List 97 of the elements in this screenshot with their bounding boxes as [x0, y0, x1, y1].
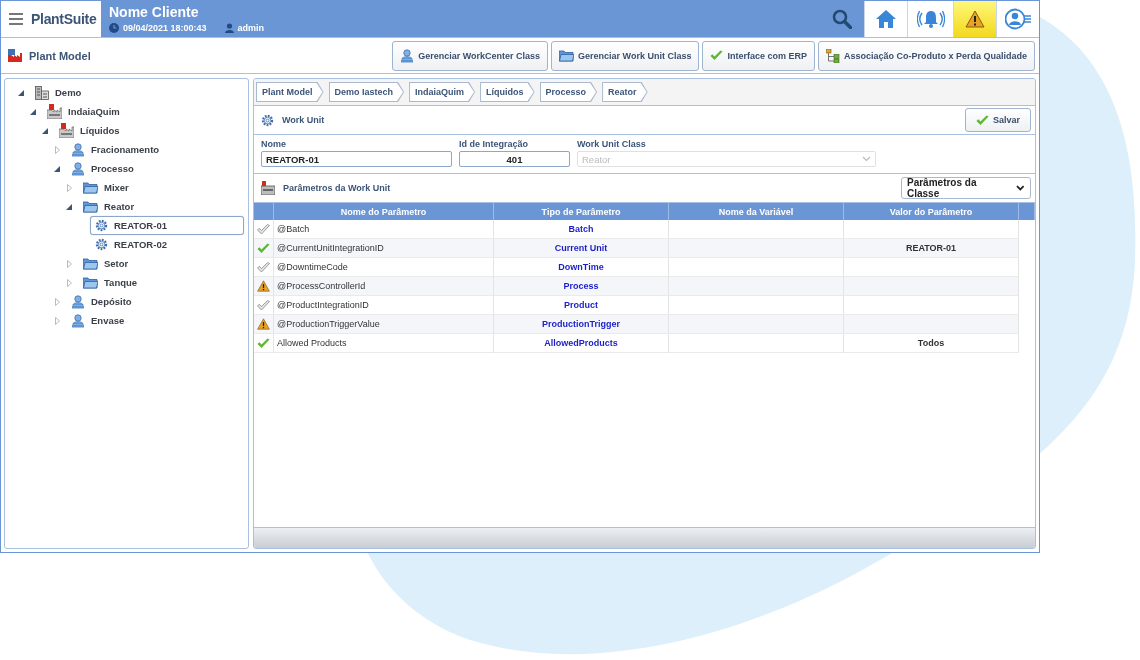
- folder-icon: [559, 49, 575, 62]
- folder-icon: [83, 200, 98, 213]
- building-icon: [35, 85, 49, 100]
- expand-icon[interactable]: [54, 297, 60, 306]
- gear-icon: [261, 113, 274, 127]
- table-cell: REATOR-01: [844, 239, 1019, 258]
- factory-icon: [59, 123, 74, 138]
- machine-icon: [261, 181, 275, 195]
- home-button[interactable]: [864, 1, 907, 37]
- worker-icon: [71, 313, 85, 328]
- tree-item[interactable]: Líquidos: [54, 121, 125, 140]
- table-cell: @CurrentUnitIntegrationID: [274, 239, 494, 258]
- tree-item[interactable]: Reator: [78, 197, 140, 216]
- warnings-button[interactable]: [953, 1, 996, 37]
- tree-item[interactable]: Envase: [66, 311, 130, 330]
- collapse-icon[interactable]: [54, 165, 60, 172]
- table-cell: Current Unit: [494, 239, 669, 258]
- filter-dropdown[interactable]: Parâmetros da Classe: [901, 177, 1031, 199]
- client-name: Nome Cliente: [109, 4, 200, 21]
- caret-icon: [862, 156, 871, 162]
- field-label: Nome: [261, 139, 287, 149]
- folder-icon: [83, 181, 98, 194]
- column-header: Valor do Parâmetro: [844, 203, 1019, 220]
- bell-icon: [916, 9, 945, 29]
- table-cell: Allowed Products: [274, 334, 494, 353]
- folder-icon: [83, 257, 98, 270]
- table-cell: Todos: [844, 334, 1019, 353]
- gear-icon: [95, 219, 108, 232]
- table-cell: ProductionTrigger: [494, 315, 669, 334]
- field-label: Id de Integração: [459, 139, 530, 149]
- tree-item[interactable]: IndaiaQuim: [42, 102, 125, 121]
- section-title: Work Unit: [282, 115, 326, 125]
- field-label: Work Unit Class: [577, 139, 647, 149]
- gear-icon: [95, 238, 108, 251]
- date-time: 09/04/2021 18:00:43: [123, 23, 207, 33]
- number-field[interactable]: 401: [459, 151, 570, 167]
- worker-icon: [71, 161, 85, 176]
- table-cell: Process: [494, 277, 669, 296]
- expand-icon[interactable]: [54, 145, 60, 154]
- tree-item[interactable]: Demo: [30, 83, 87, 102]
- column-header: Tipo de Parâmetro: [494, 203, 669, 220]
- section-title: Parâmetros da Work Unit: [283, 183, 392, 193]
- tree-item[interactable]: Tanque: [78, 273, 143, 292]
- expand-icon[interactable]: [54, 316, 60, 325]
- warning-icon: [965, 10, 985, 28]
- account-button[interactable]: [996, 1, 1039, 37]
- column-header: Nome da Variável: [669, 203, 844, 220]
- input-field[interactable]: REATOR-01: [261, 151, 452, 167]
- collapse-icon[interactable]: [66, 203, 72, 210]
- toolbar-button[interactable]: Associação Co-Produto x Perda Qualidade: [817, 40, 1035, 71]
- worker-icon: [71, 142, 85, 157]
- save-button[interactable]: Salvar: [964, 108, 1031, 132]
- user-name: admin: [237, 23, 265, 33]
- tree-item[interactable]: Processo: [66, 159, 139, 178]
- breadcrumb-link[interactable]: IndaiaQuim: [409, 82, 476, 102]
- column-header: Nome do Parâmetro: [274, 203, 494, 220]
- caret-icon: [1016, 185, 1025, 191]
- worker-icon: [400, 48, 415, 63]
- account-menu-icon: [1005, 8, 1031, 30]
- menu-icon[interactable]: [9, 13, 23, 25]
- clock-icon: [109, 23, 119, 33]
- page-title: Plant Model: [29, 49, 91, 62]
- user-icon: [224, 23, 234, 33]
- home-icon: [876, 10, 896, 28]
- expand-icon[interactable]: [66, 183, 72, 192]
- folder-icon: [83, 276, 98, 289]
- breadcrumb-link[interactable]: Líquidos: [480, 82, 535, 102]
- tree-item[interactable]: REATOR-02: [90, 235, 172, 254]
- toolbar-button[interactable]: Gerenciar WorkCenter Class: [392, 40, 549, 71]
- breadcrumb-link[interactable]: Processo: [539, 82, 598, 102]
- toolbar-button[interactable]: Gerenciar Work Unit Class: [551, 40, 700, 71]
- factory-icon: [47, 104, 62, 119]
- tree-item[interactable]: REATOR-01: [90, 216, 244, 235]
- breadcrumb-link[interactable]: Plant Model: [256, 82, 324, 102]
- tree-item[interactable]: Depósito: [66, 292, 137, 311]
- expand-icon[interactable]: [66, 259, 72, 268]
- collapse-icon[interactable]: [30, 108, 36, 115]
- tree-item[interactable]: Mixer: [78, 178, 134, 197]
- tree-item[interactable]: Setor: [78, 254, 134, 273]
- brand-logo: PlantSuite: [31, 11, 97, 27]
- search-icon[interactable]: [832, 9, 852, 29]
- tree-item[interactable]: Fracionamento: [66, 140, 165, 159]
- collapse-icon[interactable]: [42, 127, 48, 134]
- toolbar-button[interactable]: Interface com ERP: [702, 40, 815, 71]
- worker-icon: [71, 294, 85, 309]
- check-icon: [710, 50, 724, 61]
- table-cell: @ProductionTriggerValue: [274, 315, 494, 334]
- hierarchy-icon: [825, 48, 840, 63]
- expand-icon[interactable]: [66, 278, 72, 287]
- table-cell: AllowedProducts: [494, 334, 669, 353]
- collapse-icon[interactable]: [18, 89, 24, 96]
- breadcrumb-link[interactable]: Demo Iastech: [328, 82, 405, 102]
- alarms-button[interactable]: [907, 1, 953, 37]
- table-cell: @ProcessControllerId: [274, 277, 494, 296]
- factory-icon: [8, 49, 22, 62]
- breadcrumb-link[interactable]: Reator: [602, 82, 648, 102]
- check-icon: [975, 114, 989, 126]
